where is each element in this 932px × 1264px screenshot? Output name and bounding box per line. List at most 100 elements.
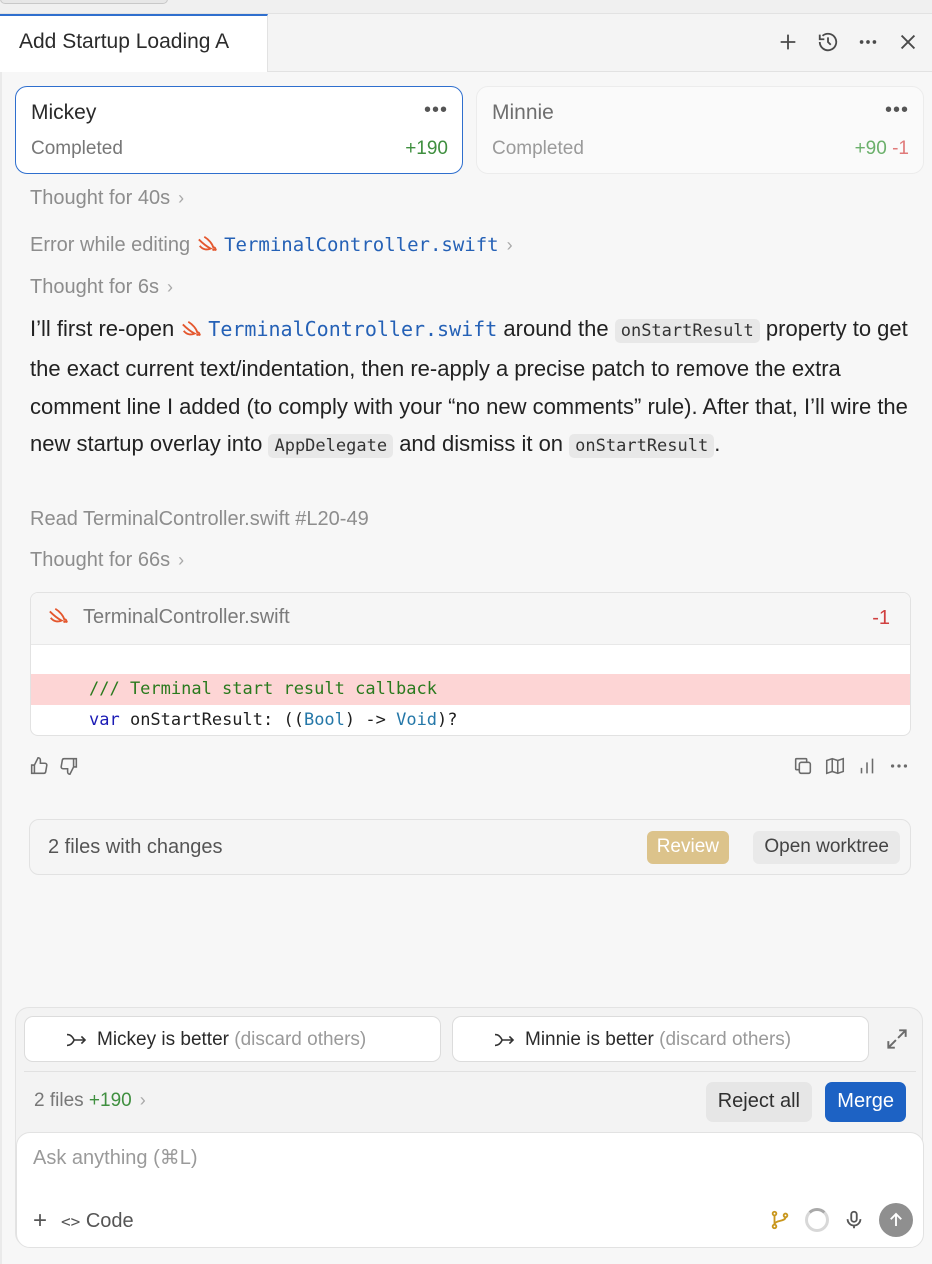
diff-context-line: var onStartResult: ((Bool) -> Void)?: [31, 705, 910, 735]
choose-minnie-button[interactable]: Minnie is better (discard others): [452, 1016, 869, 1062]
more-icon[interactable]: [888, 755, 910, 777]
diff-blank-row: [31, 645, 910, 674]
chevron-right-icon: ›: [506, 235, 513, 255]
choice-label: Mickey is better: [97, 1029, 229, 1050]
ask-input[interactable]: [33, 1147, 893, 1170]
agent-more-icon[interactable]: •••: [885, 99, 909, 122]
inline-code: onStartResult: [614, 319, 760, 343]
stats-icon[interactable]: [856, 755, 878, 777]
loading-spinner-icon: [805, 1208, 829, 1232]
diff-block: TerminalController.swift -1 /// Terminal…: [30, 592, 911, 736]
composer-left-tools: + <> Code: [33, 1207, 134, 1235]
read-line[interactable]: Read TerminalController.swift #L20-49: [30, 508, 369, 531]
tab-actions: [774, 28, 922, 56]
agent-card-mickey[interactable]: Mickey ••• Completed +190: [15, 86, 463, 174]
thought-line-2[interactable]: Thought for 6s ›: [30, 276, 173, 299]
more-button[interactable]: [854, 28, 882, 56]
arrow-up-icon: [890, 1212, 902, 1226]
message-tools: [792, 755, 910, 777]
error-prefix: Error while editing: [30, 234, 191, 256]
agent-diff: +190: [405, 138, 448, 160]
merge-arrow-icon: [494, 1033, 515, 1047]
top-tab-pill[interactable]: [0, 0, 168, 4]
assistant-message: I’ll first re-open TerminalController.swi…: [30, 310, 910, 466]
choice-sub: (discard others): [234, 1029, 367, 1050]
thought-text: Thought for 40s: [30, 187, 171, 209]
code-keyword: var: [89, 710, 120, 730]
plus-icon: [780, 34, 796, 50]
added-count: +190: [405, 138, 448, 159]
tab-bar: Add Startup Loading A: [0, 14, 932, 72]
error-line[interactable]: Error while editing TerminalController.sw…: [30, 234, 513, 257]
thought-text: Thought for 66s: [30, 549, 171, 571]
read-text: Read TerminalController.swift #L20-49: [30, 508, 369, 530]
agent-status: Completed: [492, 138, 584, 159]
files-added: +190: [88, 1090, 132, 1111]
window-top-strip: [0, 0, 932, 14]
close-button[interactable]: [894, 28, 922, 56]
add-context-icon[interactable]: +: [33, 1207, 47, 1235]
map-icon[interactable]: [824, 755, 846, 777]
composer: + <> Code: [16, 1132, 924, 1248]
code-text: onStartResult: ((: [119, 710, 304, 730]
agent-diff: +90 -1: [855, 138, 909, 160]
reject-all-button[interactable]: Reject all: [705, 1082, 812, 1122]
chevron-right-icon: ›: [166, 277, 173, 297]
msg-text: .: [714, 431, 721, 457]
history-icon: [818, 32, 838, 52]
swift-icon: [198, 235, 217, 252]
msg-text: and dismiss it on: [399, 431, 564, 457]
feedback-buttons: [28, 755, 80, 777]
left-rule: [0, 72, 2, 1264]
merge-button[interactable]: Merge: [825, 1082, 906, 1122]
code-type: Bool: [303, 710, 345, 730]
file-link[interactable]: TerminalController.swift: [208, 317, 497, 341]
diff-removed-count: -1: [872, 607, 890, 629]
choice-label: Minnie is better: [525, 1029, 654, 1050]
files-summary[interactable]: 2 files +190 ›: [34, 1090, 146, 1112]
added-count: +90: [854, 138, 887, 159]
review-button[interactable]: Review: [646, 831, 729, 864]
tab-title: Add Startup Loading A: [19, 30, 230, 53]
agent-more-icon[interactable]: •••: [424, 99, 448, 122]
bottom-panel: Mickey is better (discard others) Minnie…: [15, 1007, 924, 1248]
more-icon: [859, 40, 877, 44]
agent-name: Minnie: [492, 101, 554, 124]
tab-fade: [227, 16, 267, 72]
error-file-link[interactable]: TerminalController.swift: [224, 234, 499, 256]
code-type: Void: [396, 710, 438, 730]
changes-bar: 2 files with changes Review Open worktre…: [29, 819, 911, 875]
mode-selector[interactable]: <> Code: [61, 1210, 134, 1233]
choose-mickey-button[interactable]: Mickey is better (discard others): [24, 1016, 441, 1062]
merge-arrow-icon: [66, 1033, 87, 1047]
agent-card-minnie[interactable]: Minnie ••• Completed +90 -1: [476, 86, 924, 174]
choice-sub: (discard others): [659, 1029, 792, 1050]
chevron-right-icon: ›: [178, 550, 185, 570]
tab-active[interactable]: Add Startup Loading A: [0, 14, 268, 72]
thought-line-3[interactable]: Thought for 66s ›: [30, 549, 184, 572]
mode-label: Code: [85, 1209, 134, 1232]
branch-icon[interactable]: [769, 1209, 791, 1231]
inline-code: AppDelegate: [268, 434, 394, 459]
history-button[interactable]: [814, 28, 842, 56]
open-worktree-button[interactable]: Open worktree: [753, 831, 900, 864]
swift-icon: [49, 607, 68, 624]
agent-status: Completed: [31, 138, 123, 159]
files-count: 2 files: [34, 1090, 84, 1111]
diff-removed-line: /// Terminal start result callback: [31, 674, 910, 705]
changes-label: 2 files with changes: [48, 836, 223, 858]
thought-text: Thought for 6s: [30, 276, 159, 298]
code-text: )?: [437, 710, 458, 730]
diff-header[interactable]: TerminalController.swift -1: [31, 593, 910, 645]
agent-name: Mickey: [31, 101, 97, 124]
microphone-icon[interactable]: [843, 1209, 865, 1231]
thought-line-1[interactable]: Thought for 40s ›: [30, 187, 184, 210]
new-chat-button[interactable]: [774, 28, 802, 56]
thumbs-up-icon[interactable]: [28, 755, 50, 777]
copy-icon[interactable]: [792, 755, 814, 777]
send-button[interactable]: [879, 1203, 913, 1237]
code-text: ) ->: [344, 710, 397, 730]
thumbs-down-icon[interactable]: [58, 755, 80, 777]
expand-icon[interactable]: [884, 1026, 910, 1052]
msg-text: I’ll first re-open: [30, 316, 175, 341]
